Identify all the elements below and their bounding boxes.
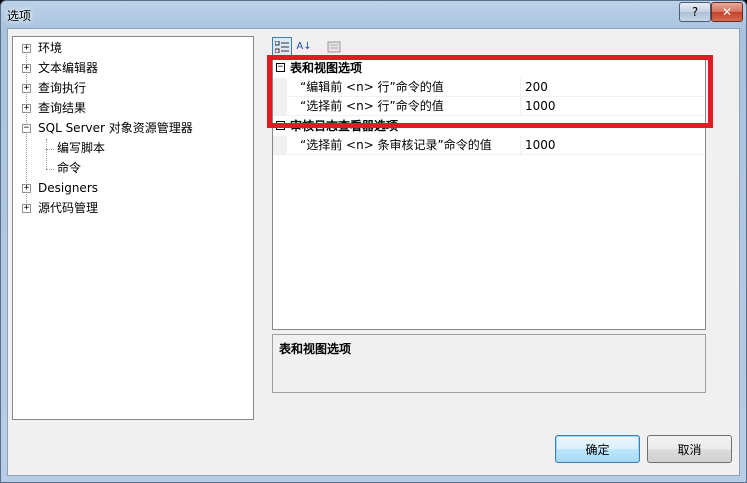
row-gutter (273, 97, 287, 116)
description-title: 表和视图选项 (279, 342, 352, 356)
tree-item-scripting[interactable]: 编写脚本 (13, 139, 253, 157)
cancel-button[interactable]: 取消 (647, 435, 732, 463)
expand-icon[interactable]: + (22, 44, 31, 53)
property-value[interactable]: 200 (521, 78, 705, 97)
tree-item-label: 文本编辑器 (38, 61, 99, 75)
category-label: 表和视图选项 (290, 61, 363, 75)
categorized-icon (275, 40, 289, 53)
description-pane: 表和视图选项 (272, 334, 706, 393)
row-gutter (273, 136, 287, 155)
help-button[interactable]: ? (679, 2, 711, 22)
help-icon: ? (691, 5, 699, 19)
tree-item-environment[interactable]: + 环境 (13, 39, 253, 57)
property-value[interactable]: 1000 (521, 97, 705, 116)
window-title: 选项 (7, 9, 32, 23)
dialog-client-area: + 环境 + 文本编辑器 + 查询执行 + 查询结果 − SQL Server … (7, 28, 740, 476)
property-grid[interactable]: − 表和视图选项 “编辑前 <n> 行”命令的值 200 “选择前 <n> 行”… (272, 57, 706, 330)
expand-icon[interactable]: + (22, 204, 31, 213)
ok-button[interactable]: 确定 (555, 435, 640, 463)
tree-item-commands[interactable]: 命令 (13, 159, 253, 177)
tree-item-label: 编写脚本 (57, 141, 106, 155)
options-dialog: 选项 ? ✕ + 环境 + 文本编辑器 + 查询执行 + 查询结果 − SQL … (0, 0, 747, 483)
expand-icon[interactable]: + (22, 184, 31, 193)
tree-item-query-execution[interactable]: + 查询执行 (13, 79, 253, 97)
tree-item-label: 查询结果 (38, 101, 87, 115)
property-name: “选择前 <n> 行”命令的值 (287, 97, 521, 116)
tree-item-designers[interactable]: + Designers (13, 179, 253, 197)
property-value[interactable]: 1000 (521, 136, 705, 155)
cancel-button-label: 取消 (677, 442, 702, 457)
close-button[interactable]: ✕ (711, 2, 743, 22)
collapse-icon[interactable]: − (276, 63, 285, 72)
expand-icon[interactable]: + (22, 84, 31, 93)
options-tree[interactable]: + 环境 + 文本编辑器 + 查询执行 + 查询结果 − SQL Server … (12, 36, 254, 420)
title-bar[interactable]: 选项 ? ✕ (1, 1, 746, 29)
category-row-audit-log-viewer-options[interactable]: − 审核日志查看器选项 (273, 117, 705, 136)
property-pages-button[interactable] (324, 37, 344, 56)
alphabetical-button[interactable]: A↓ (294, 37, 314, 56)
tree-item-query-results[interactable]: + 查询结果 (13, 99, 253, 117)
property-row[interactable]: “选择前 <n> 条审核记录”命令的值 1000 (273, 136, 705, 155)
row-gutter (273, 78, 287, 97)
property-row[interactable]: “编辑前 <n> 行”命令的值 200 (273, 78, 705, 97)
expand-icon[interactable]: + (22, 104, 31, 113)
categorized-button[interactable] (272, 37, 292, 56)
property-pages-icon (327, 41, 341, 52)
alphabetical-icon: A↓ (296, 41, 312, 52)
tree-item-sql-server-object-explorer[interactable]: − SQL Server 对象资源管理器 (13, 119, 253, 137)
tree-item-text-editor[interactable]: + 文本编辑器 (13, 59, 253, 77)
property-name: “编辑前 <n> 行”命令的值 (287, 78, 521, 97)
property-name: “选择前 <n> 条审核记录”命令的值 (287, 136, 521, 155)
tree-item-label: 环境 (38, 41, 63, 55)
category-row-table-view-options[interactable]: − 表和视图选项 (273, 59, 705, 78)
tree-item-source-control[interactable]: + 源代码管理 (13, 199, 253, 217)
tree-item-label: SQL Server 对象资源管理器 (38, 121, 193, 135)
collapse-icon[interactable]: − (276, 121, 285, 130)
ok-button-label: 确定 (585, 442, 610, 457)
expand-icon[interactable]: + (22, 64, 31, 73)
tree-item-label: 命令 (57, 159, 82, 177)
property-row[interactable]: “选择前 <n> 行”命令的值 1000 (273, 97, 705, 116)
close-icon: ✕ (721, 5, 733, 19)
collapse-icon[interactable]: − (22, 124, 31, 133)
category-label: 审核日志查看器选项 (290, 119, 399, 133)
tree-item-label: Designers (38, 181, 98, 195)
tree-item-label: 查询执行 (38, 81, 87, 95)
tree-item-label: 源代码管理 (38, 201, 99, 215)
